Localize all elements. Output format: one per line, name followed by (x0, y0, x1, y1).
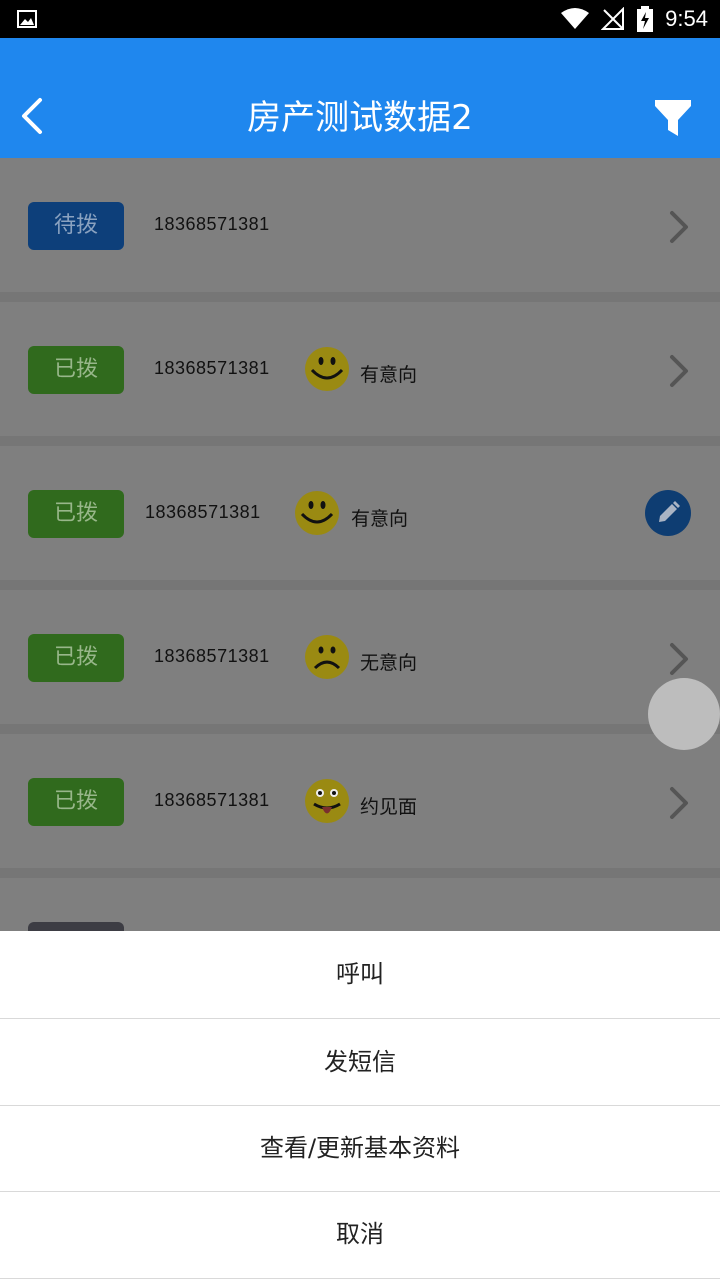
no-signal-icon (601, 7, 625, 30)
pencil-icon (659, 501, 680, 522)
divider (0, 1278, 720, 1279)
status-badge: 待拨 (28, 202, 124, 250)
cancel-button[interactable]: 取消 (0, 1191, 720, 1277)
chevron-right-icon[interactable] (668, 642, 690, 676)
phone-number: 18368571381 (154, 790, 270, 810)
smile-emoji-icon (295, 491, 339, 535)
divider (0, 292, 720, 302)
divider (0, 436, 720, 446)
list-item[interactable]: 已拨 18368571381 无意向 (0, 590, 720, 724)
divider (0, 724, 720, 734)
list-item[interactable]: 已拨 18368571381 约见面 (0, 734, 720, 868)
divider (0, 868, 720, 878)
edit-button[interactable] (645, 490, 691, 536)
page-title: 房产测试数据2 (247, 98, 473, 138)
list-item[interactable]: 已拨 18368571381 有意向 (0, 446, 720, 580)
wifi-icon (561, 8, 590, 29)
battery-charging-icon (637, 6, 654, 32)
chevron-right-icon[interactable] (668, 786, 690, 820)
call-button[interactable]: 呼叫 (0, 931, 720, 1017)
sad-emoji-icon (305, 635, 349, 679)
status-bar: 9:54 (0, 0, 720, 38)
phone-number: 18368571381 (154, 646, 270, 666)
intent-label: 有意向 (351, 508, 409, 530)
phone-number: 18368571381 (154, 214, 270, 234)
intent-label: 无意向 (360, 652, 418, 674)
status-badge: 已拨 (28, 778, 124, 826)
tongue-emoji-icon (305, 779, 349, 823)
list-item[interactable]: 已拨 18368571381 有意向 (0, 302, 720, 436)
action-sheet: 呼叫 发短信 查看/更新基本资料 取消 (0, 931, 720, 1280)
filter-icon[interactable] (654, 98, 692, 138)
status-time: 9:54 (665, 6, 708, 31)
status-badge: 已拨 (28, 346, 124, 394)
phone-number: 18368571381 (145, 502, 261, 522)
floating-ball-button[interactable] (648, 678, 720, 750)
phone-number: 18368571381 (154, 358, 270, 378)
app-header: 房产测试数据2 (0, 38, 720, 158)
image-notification-icon (17, 10, 37, 28)
status-badge: 已拨 (28, 490, 124, 538)
list-item[interactable]: 待拨 18368571381 (0, 158, 720, 292)
chevron-right-icon[interactable] (668, 354, 690, 388)
intent-label: 约见面 (360, 796, 418, 818)
status-badge: 已拨 (28, 634, 124, 682)
send-sms-button[interactable]: 发短信 (0, 1019, 720, 1105)
intent-label: 有意向 (360, 364, 418, 386)
view-update-profile-button[interactable]: 查看/更新基本资料 (0, 1105, 720, 1191)
smile-emoji-icon (305, 347, 349, 391)
chevron-right-icon[interactable] (668, 210, 690, 244)
divider (0, 580, 720, 590)
